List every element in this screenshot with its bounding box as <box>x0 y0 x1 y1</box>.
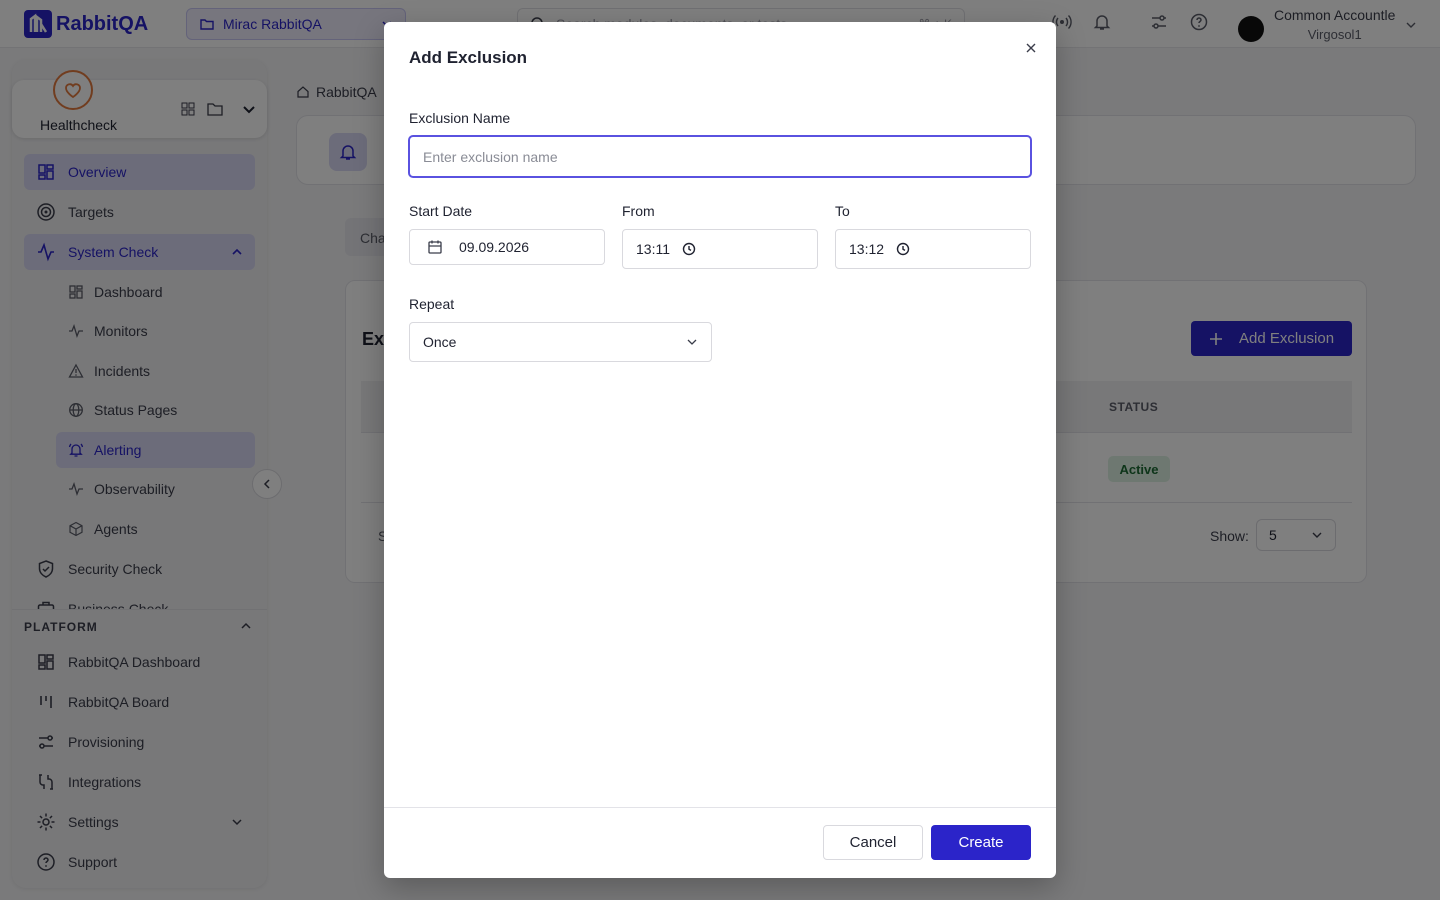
exclusion-name-input[interactable] <box>423 148 1017 165</box>
repeat-value: Once <box>423 334 457 350</box>
exclusion-name-label: Exclusion Name <box>409 110 511 126</box>
exclusion-name-field[interactable] <box>409 136 1031 177</box>
from-time-value: 13:11 <box>636 241 670 257</box>
to-time-field[interactable]: 13:12 <box>835 229 1031 269</box>
dialog-footer-divider <box>384 807 1056 808</box>
calendar-icon <box>427 239 443 255</box>
to-label: To <box>835 203 850 219</box>
from-time-field[interactable]: 13:11 <box>622 229 818 269</box>
repeat-label: Repeat <box>409 296 455 312</box>
clock-icon[interactable] <box>896 242 910 256</box>
cancel-button[interactable]: Cancel <box>823 825 923 860</box>
close-icon[interactable] <box>1024 41 1038 55</box>
dialog-title: Add Exclusion <box>409 48 528 67</box>
repeat-select[interactable]: Once <box>409 322 712 362</box>
start-date-label: Start Date <box>409 203 473 219</box>
chevron-down-icon <box>686 336 698 348</box>
from-label: From <box>622 203 655 219</box>
start-date-value: 09.09.2026 <box>459 239 530 255</box>
create-button[interactable]: Create <box>931 825 1031 860</box>
clock-icon[interactable] <box>682 242 696 256</box>
add-exclusion-dialog: Add Exclusion Exclusion Name Start Date … <box>384 22 1056 878</box>
start-date-picker[interactable]: 09.09.2026 <box>409 229 605 265</box>
to-time-value: 13:12 <box>849 241 885 257</box>
